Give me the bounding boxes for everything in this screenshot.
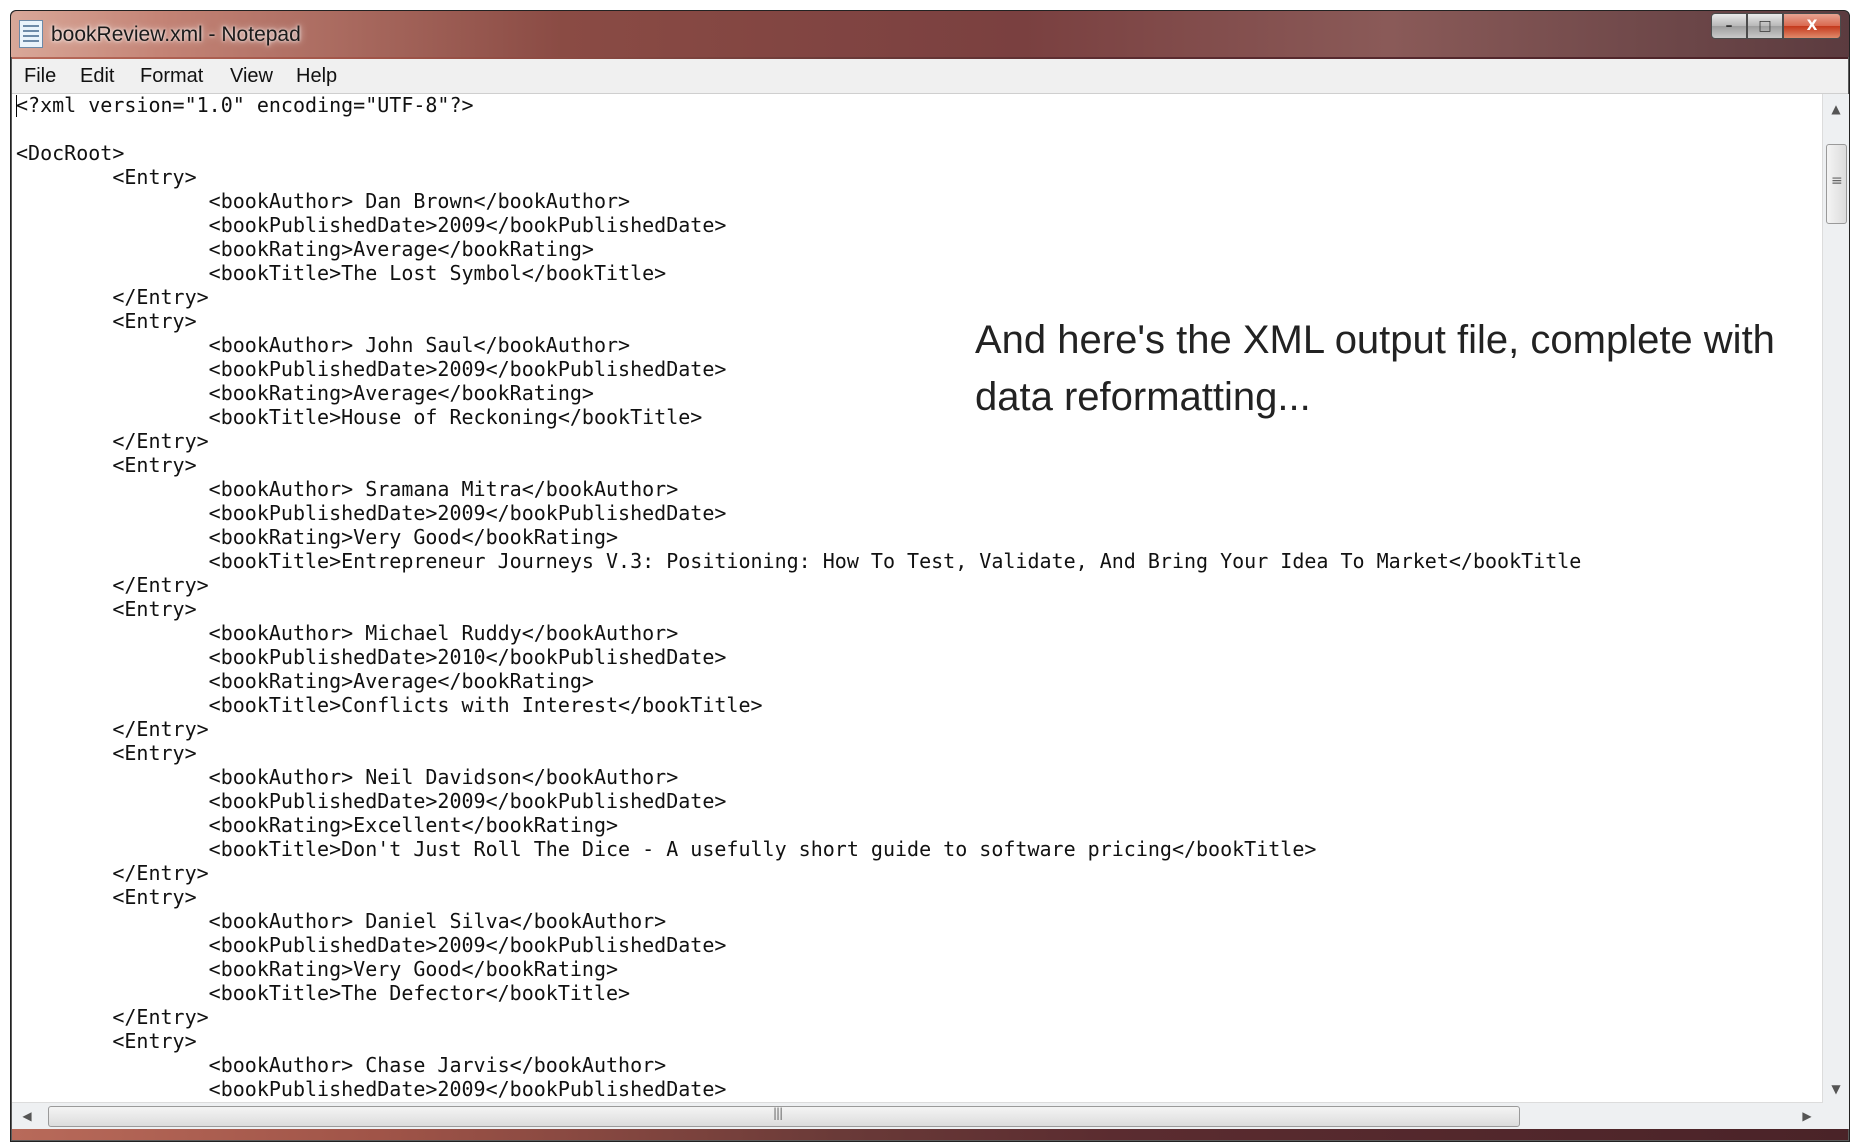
close-icon: X	[1806, 18, 1818, 34]
editor-line: <bookTitle>House of Reckoning</bookTitle…	[16, 405, 703, 429]
editor-line: <bookPublishedDate>2009</bookPublishedDa…	[16, 789, 727, 813]
editor-line: </Entry>	[16, 717, 209, 741]
editor-line: <bookAuthor> John Saul</bookAuthor>	[16, 333, 631, 357]
editor-line: <bookAuthor> Chase Jarvis</bookAuthor>	[16, 1053, 667, 1077]
editor-line: <bookTitle>Don't Just Roll The Dice - A …	[16, 837, 1317, 861]
window-title: bookReview.xml - Notepad	[51, 23, 301, 46]
notepad-window: bookReview.xml - Notepad – □ X File Edit…	[10, 10, 1850, 1142]
editor-line: <bookAuthor> Neil Davidson</bookAuthor>	[16, 765, 679, 789]
editor-line: <bookTitle>The Lost Symbol</bookTitle>	[16, 261, 667, 285]
menu-view[interactable]: View	[230, 65, 273, 88]
editor-line: <bookRating>Average</bookRating>	[16, 237, 594, 261]
editor-line: <Entry>	[16, 453, 197, 477]
scroll-up-icon[interactable]: ▲	[1823, 96, 1849, 122]
editor-line: <Entry>	[16, 165, 197, 189]
editor-line: <bookPublishedDate>2009</bookPublishedDa…	[16, 357, 727, 381]
editor-line: <bookRating>Very Good</bookRating>	[16, 525, 619, 549]
editor-line: <bookRating>Excellent</bookRating>	[16, 813, 619, 837]
editor-line: <bookTitle>The Defector</bookTitle>	[16, 981, 631, 1005]
editor-line: <DocRoot>	[16, 141, 125, 165]
editor-line: <bookPublishedDate>2009</bookPublishedDa…	[16, 933, 727, 957]
editor-line: </Entry>	[16, 1005, 209, 1029]
close-button[interactable]: X	[1783, 13, 1841, 39]
editor-line: <bookRating>Average</bookRating>	[16, 381, 594, 405]
editor-line: <?xml version="1.0" encoding="UTF-8"?>	[16, 94, 474, 117]
editor-line: </Entry>	[16, 861, 209, 885]
editor-line: <bookPublishedDate>2009</bookPublishedDa…	[16, 1077, 727, 1101]
scroll-down-icon[interactable]: ▼	[1823, 1076, 1849, 1102]
editor-line: <bookAuthor> Daniel Silva</bookAuthor>	[16, 909, 667, 933]
scroll-right-icon[interactable]: ▶	[1794, 1103, 1820, 1129]
editor-line: <Entry>	[16, 309, 197, 333]
editor-line: <bookTitle>Entrepreneur Journeys V.3: Po…	[16, 549, 1582, 573]
editor-line: </Entry>	[16, 573, 209, 597]
editor-line: <bookTitle>Conflicts with Interest</book…	[16, 693, 763, 717]
editor-line: <Entry>	[16, 741, 197, 765]
maximize-icon: □	[1758, 18, 1772, 34]
scroll-left-icon[interactable]: ◀	[14, 1103, 40, 1129]
horizontal-scrollbar[interactable]: ◀ ▶	[12, 1102, 1822, 1129]
minimize-button[interactable]: –	[1711, 13, 1747, 39]
maximize-button[interactable]: □	[1747, 13, 1783, 39]
editor-line: <Entry>	[16, 597, 197, 621]
editor-line: <bookPublishedDate>2009</bookPublishedDa…	[16, 213, 727, 237]
editor-line: <Entry>	[16, 1029, 197, 1053]
text-editor[interactable]: <?xml version="1.0" encoding="UTF-8"?> <D…	[12, 94, 1826, 1104]
annotation-note: And here's the XML output file, complete…	[975, 318, 1775, 419]
menu-file[interactable]: File	[24, 65, 56, 88]
editor-line: <bookPublishedDate>2010</bookPublishedDa…	[16, 645, 727, 669]
menu-format[interactable]: Format	[140, 65, 203, 88]
editor-line: </Entry>	[16, 429, 209, 453]
editor-line: </Entry>	[16, 285, 209, 309]
editor-line: <bookAuthor> Michael Ruddy</bookAuthor>	[16, 621, 679, 645]
vertical-scrollbar[interactable]: ▲ ▼	[1822, 94, 1849, 1104]
title-bar[interactable]: bookReview.xml - Notepad – □ X	[11, 11, 1849, 57]
menu-edit[interactable]: Edit	[80, 65, 114, 88]
editor-line: <bookRating>Very Good</bookRating>	[16, 957, 619, 981]
menu-bar: File Edit Format View Help	[12, 59, 1848, 94]
resize-grip[interactable]	[1822, 1103, 1849, 1129]
editor-line: <Entry>	[16, 885, 197, 909]
minimize-icon: –	[1725, 18, 1733, 34]
notepad-icon	[19, 20, 43, 48]
caption-buttons: – □ X	[1711, 13, 1841, 39]
vertical-scroll-thumb[interactable]	[1826, 144, 1847, 224]
editor-line: <bookAuthor> Sramana Mitra</bookAuthor>	[16, 477, 679, 501]
editor-line: <bookRating>Average</bookRating>	[16, 669, 594, 693]
menu-help[interactable]: Help	[296, 65, 337, 88]
editor-line: <bookAuthor> Dan Brown</bookAuthor>	[16, 189, 631, 213]
editor-line: <bookPublishedDate>2009</bookPublishedDa…	[16, 501, 727, 525]
horizontal-scroll-thumb[interactable]	[48, 1106, 1520, 1127]
